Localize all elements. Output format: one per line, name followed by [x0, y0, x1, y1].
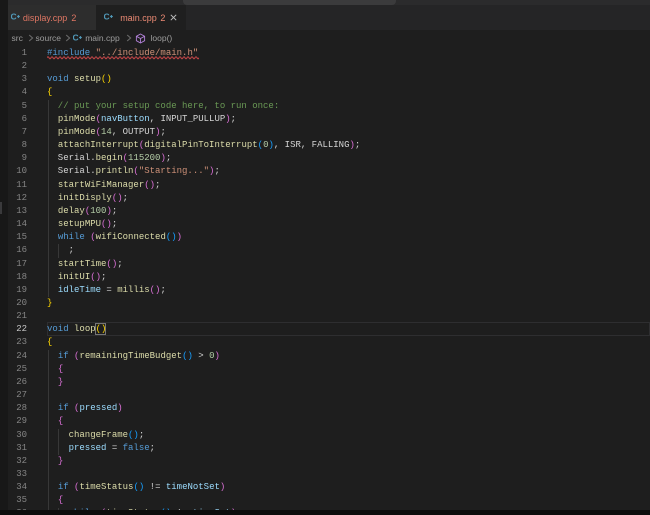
- svg-text:C: C: [104, 12, 110, 21]
- svg-text:C: C: [73, 33, 79, 42]
- svg-text:C: C: [11, 12, 17, 21]
